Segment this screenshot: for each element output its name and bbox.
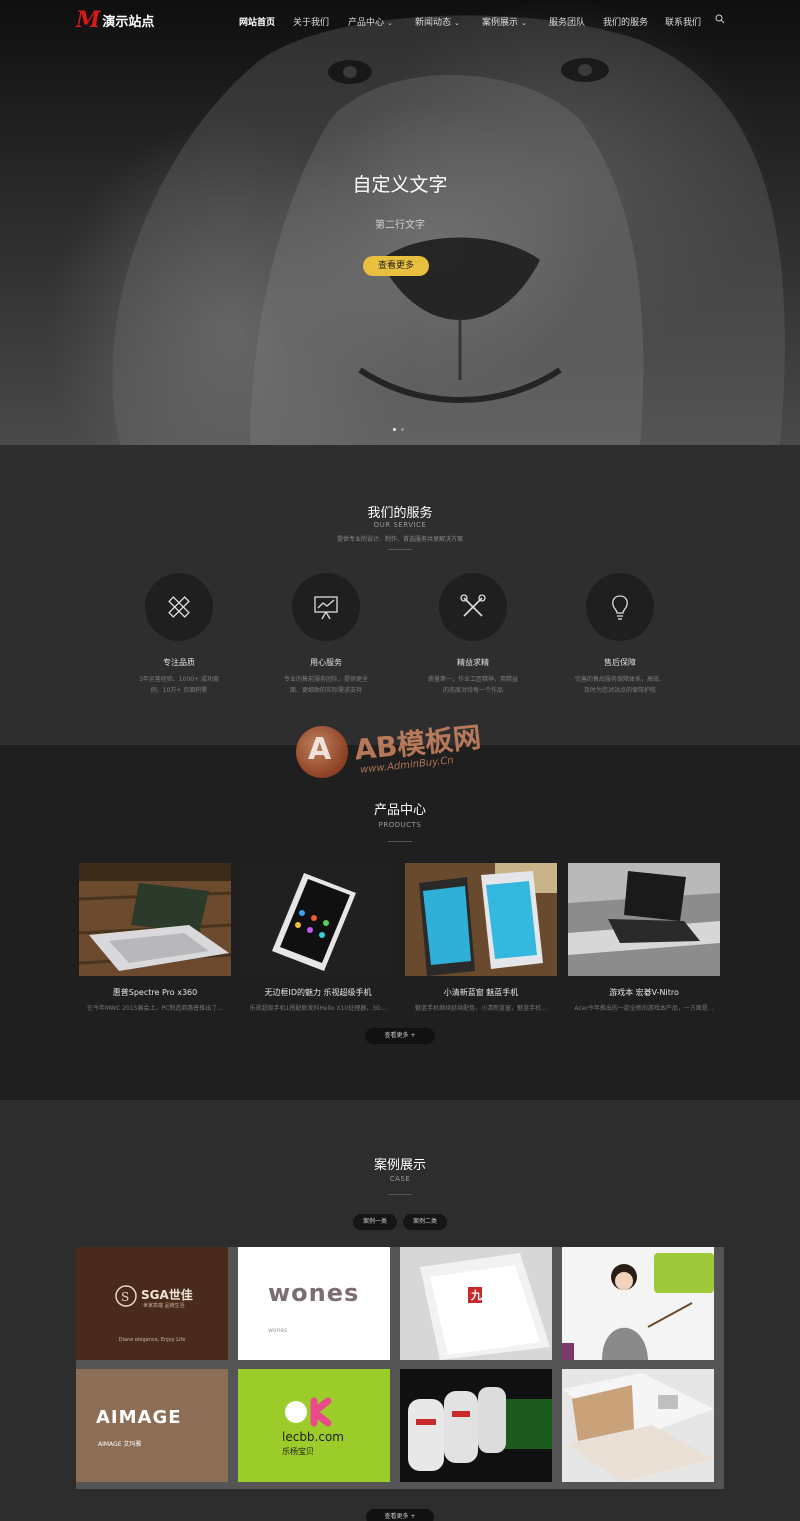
lightbulb-icon	[612, 595, 628, 620]
cases-more-button[interactable]: 查看更多 +	[366, 1509, 434, 1521]
menu-item-news[interactable]: 新闻动态 ⌄	[415, 15, 460, 28]
presentation-chart-icon	[314, 596, 338, 620]
service-name: 专注品质	[163, 658, 195, 667]
case-tile-mark: 九	[471, 1289, 482, 1302]
product-desc: 魅蓝手机继续延续配色，小清新蓝窗，魅蓝手机...	[415, 1005, 547, 1012]
cases-title: 案例展示	[373, 1158, 426, 1173]
cases-subtitle-en: CASE	[389, 1175, 411, 1183]
menu-item-cases[interactable]: 案例展示 ⌄	[482, 15, 527, 28]
case-tile-wones[interactable]: wones wones	[238, 1247, 390, 1360]
product-desc: Acer今年推出的一款全新的游戏本产品，一方面是...	[574, 1005, 714, 1012]
case-tile-title: lecbb.com	[282, 1430, 344, 1444]
top-navigation: M 演示站点 网站首页 关于我们 产品中心 ⌄ 新闻动态 ⌄ 案例展示 ⌄ 服务团队 …	[0, 0, 800, 42]
case-tab-2[interactable]: 案例二类	[403, 1214, 447, 1230]
divider	[388, 1194, 412, 1195]
service-desc: 完善的售后服务保障体系，高效、及时为您对站点的保驾护航	[574, 676, 665, 694]
product-name[interactable]: 小清新蓝窗 魅蓝手机	[405, 987, 557, 998]
service-name: 精益求精	[457, 658, 489, 667]
chevron-down-icon: ⌄	[521, 19, 527, 27]
case-tile-title: SGA世佳	[141, 1288, 193, 1302]
services-title: 我们的服务	[367, 506, 433, 521]
case-grid: S SGA世佳 世家高端 品牌生活 Diane elegance, Enjoy …	[76, 1247, 724, 1489]
logo-mark: M	[76, 7, 101, 33]
case-tile-presenter[interactable]	[562, 1247, 714, 1360]
hero-title: 自定义文字	[352, 174, 448, 196]
hero-banner: M 演示站点 网站首页 关于我们 产品中心 ⌄ 新闻动态 ⌄ 案例展示 ⌄ 服务团队 …	[0, 0, 800, 445]
menu-item-home[interactable]: 网站首页	[239, 15, 275, 28]
case-tile-tagline: Diane elegance, Enjoy Life	[118, 1337, 186, 1343]
service-name: 售后保障	[604, 658, 636, 667]
svg-text:S: S	[121, 1290, 129, 1304]
case-tile-aimage[interactable]: AIMAGE AIMAGE 艾玛雅	[76, 1369, 228, 1482]
service-desc: 3年运营经验、1000+ 成功案例、10万+ 页面积累	[138, 676, 220, 694]
product-card[interactable]: 惠普Spectre Pro x360 在今年MWC 2015展会上，PC制造商惠…	[79, 863, 231, 1012]
service-name: 用心服务	[310, 658, 342, 667]
site-logo[interactable]: M 演示站点	[76, 7, 155, 33]
services-subtitle-en: OUR SERVICE	[373, 521, 427, 529]
menu-item-products[interactable]: 产品中心 ⌄	[348, 15, 393, 28]
menu-item-contact[interactable]: 联系我们	[665, 15, 701, 28]
case-tile-subtitle: wones	[268, 1327, 288, 1334]
service-desc: 质量第一，作业工匠精神，用精益的态度对待每一个作品	[427, 676, 518, 694]
case-tile-subtitle: 世家高端 品牌生活	[143, 1303, 185, 1309]
case-tile-brochure[interactable]: 九	[400, 1247, 552, 1360]
hero-subtitle: 第二行文字	[375, 220, 425, 231]
service-icon-circle	[292, 573, 360, 641]
menu-item-label: 产品中心	[348, 18, 385, 28]
product-desc: 在今年MWC 2015展会上，PC制造商惠普推出了...	[86, 1005, 223, 1012]
product-name[interactable]: 惠普Spectre Pro x360	[79, 987, 231, 998]
case-tile-subtitle: 乐杨宝贝	[282, 1447, 314, 1456]
case-tile-title: AIMAGE	[96, 1407, 182, 1428]
product-desc: 乐视超级手机1搭配联发科Helio X10处理器，3G...	[249, 1005, 387, 1012]
case-tile-lecbb[interactable]: lecbb.com 乐杨宝贝	[238, 1369, 390, 1482]
case-tile-booth[interactable]	[400, 1369, 552, 1482]
case-tile-title: wones	[268, 1279, 360, 1307]
product-image-phones[interactable]	[405, 863, 557, 976]
menu-item-label: 新闻动态	[415, 18, 452, 28]
case-tile-sga[interactable]: S SGA世佳 世家高端 品牌生活 Diane elegance, Enjoy …	[76, 1247, 228, 1360]
chevron-down-icon: ⌄	[454, 19, 460, 27]
pencil-ruler-icon	[168, 596, 190, 618]
service-desc: 专业的售前服务团队，提供更全面、更细致的实际需求支持	[283, 676, 368, 694]
slider-dots	[393, 428, 404, 431]
services-section: 我们的服务 OUR SERVICE 提供专业的设计、制作、首选服务共享解决方案 …	[0, 445, 800, 745]
watermark-logo: A AB模板网 www.AdminBuy.Cn	[296, 720, 516, 802]
product-image-gaming-laptop[interactable]	[568, 863, 720, 976]
tools-icon	[460, 594, 486, 617]
menu-item-team[interactable]: 服务团队	[549, 15, 585, 28]
menu-item-about[interactable]: 关于我们	[293, 15, 329, 28]
product-name[interactable]: 无边框ID的魅力 乐视超级手机	[242, 987, 394, 998]
case-tile-subtitle: AIMAGE 艾玛雅	[98, 1441, 142, 1448]
service-icon-circle	[586, 573, 654, 641]
products-more-button[interactable]: 查看更多 +	[365, 1028, 435, 1044]
case-tab-1[interactable]: 案例一类	[353, 1214, 397, 1230]
product-card[interactable]: 无边框ID的魅力 乐视超级手机 乐视超级手机1搭配联发科Helio X10处理器…	[242, 863, 394, 1012]
service-item: 售后保障 完善的售后服务保障体系，高效、及时为您对站点的保驾护航	[570, 573, 670, 696]
product-name[interactable]: 游戏本 宏碁V-Nitro	[568, 987, 720, 998]
service-icon-circle	[439, 573, 507, 641]
divider	[388, 841, 412, 842]
service-item: 精益求精 质量第一，作业工匠精神，用精益的态度对待每一个作品	[423, 573, 523, 696]
hero-more-button[interactable]: 查看更多	[363, 256, 429, 276]
product-card[interactable]: 游戏本 宏碁V-Nitro Acer今年推出的一款全新的游戏本产品，一方面是..…	[568, 863, 720, 1012]
product-card[interactable]: 小清新蓝窗 魅蓝手机 魅蓝手机继续延续配色，小清新蓝窗，魅蓝手机...	[405, 863, 557, 1012]
menu-item-services[interactable]: 我们的服务	[603, 15, 648, 28]
slider-dot-1[interactable]	[393, 428, 396, 431]
products-subtitle-en: PRODUCTS	[378, 821, 422, 829]
service-item: 专注品质 3年运营经验、1000+ 成功案例、10万+ 页面积累	[129, 573, 229, 696]
product-image-phone[interactable]	[242, 863, 394, 976]
chevron-down-icon: ⌄	[387, 19, 393, 27]
cases-section: 案例展示 CASE 案例一类 案例二类 S SGA世佳 世家高端 品牌生活 Di…	[0, 1100, 800, 1521]
divider	[388, 549, 412, 550]
search-icon[interactable]	[715, 14, 725, 24]
slider-dot-2[interactable]	[401, 428, 404, 431]
case-tile-brochure-2[interactable]	[562, 1369, 714, 1482]
service-icon-circle	[145, 573, 213, 641]
services-description: 提供专业的设计、制作、首选服务共享解决方案	[336, 536, 463, 543]
product-image-laptop[interactable]	[79, 863, 231, 976]
service-item: 用心服务 专业的售前服务团队，提供更全面、更细致的实际需求支持	[276, 573, 376, 696]
logo-text: 演示站点	[102, 14, 155, 30]
menu-item-label: 案例展示	[482, 18, 519, 28]
watermark-letter: A	[308, 732, 332, 767]
